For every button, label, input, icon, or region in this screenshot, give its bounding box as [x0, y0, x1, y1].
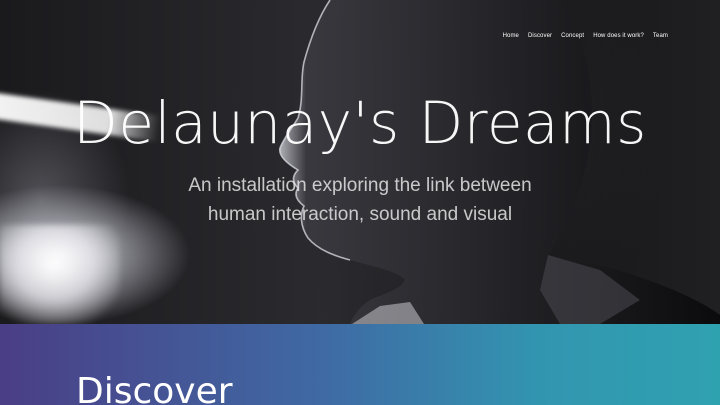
discover-heading: Discover	[76, 371, 233, 405]
nav-link-how-does-it-work[interactable]: How does it work?	[593, 33, 644, 39]
hero-subtitle-line-1: An installation exploring the link betwe…	[188, 175, 532, 196]
nav-link-discover[interactable]: Discover	[528, 33, 552, 39]
nav-link-concept[interactable]: Concept	[561, 33, 584, 39]
hero-section: Home Discover Concept How does it work? …	[0, 0, 720, 324]
hero-title: Delaunay's Dreams	[73, 89, 647, 157]
hero-subtitle: An installation exploring the link betwe…	[0, 171, 720, 229]
main-nav: Home Discover Concept How does it work? …	[503, 33, 668, 39]
nav-link-home[interactable]: Home	[503, 33, 519, 39]
discover-section: Discover	[0, 324, 720, 405]
page: Home Discover Concept How does it work? …	[0, 0, 720, 405]
hero-subtitle-line-2: human interaction, sound and visual	[207, 204, 513, 225]
hero-silhouette-image	[278, 0, 720, 324]
nav-link-team[interactable]: Team	[653, 33, 668, 39]
